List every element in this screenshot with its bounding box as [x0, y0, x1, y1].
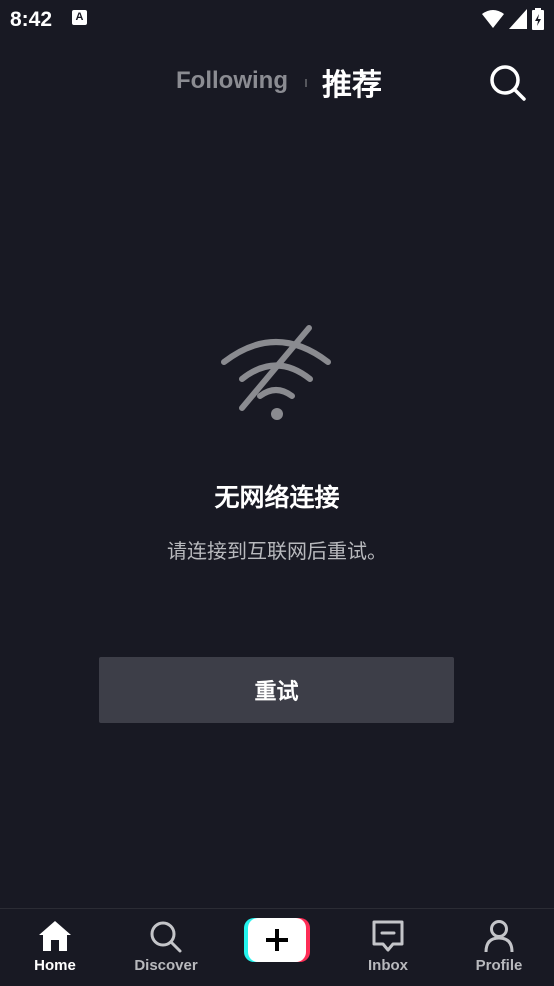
cell-signal-icon: [509, 9, 527, 29]
profile-icon: [484, 920, 514, 953]
tab-divider: [305, 79, 307, 87]
tab-following[interactable]: Following: [176, 67, 288, 95]
nav-inbox-label: Inbox: [368, 957, 408, 974]
nav-home-label: Home: [34, 957, 76, 974]
nav-home[interactable]: Home: [0, 909, 110, 986]
status-icons: [482, 8, 544, 30]
tab-recommend[interactable]: 推荐: [322, 60, 382, 104]
home-icon: [39, 921, 71, 951]
wifi-off-icon: [218, 322, 334, 422]
nav-profile-label: Profile: [475, 957, 523, 974]
app-notification-icon: A: [72, 10, 87, 25]
retry-button[interactable]: 重试: [99, 657, 454, 723]
wifi-signal-icon: [482, 10, 504, 28]
nav-discover[interactable]: Discover: [111, 909, 221, 986]
search-icon: [150, 921, 182, 953]
status-bar: 8:42 A: [0, 0, 554, 38]
nav-profile[interactable]: Profile: [444, 909, 554, 986]
search-icon: [490, 65, 526, 101]
search-button[interactable]: [488, 63, 528, 103]
nav-discover-label: Discover: [134, 957, 198, 974]
create-button[interactable]: [244, 918, 310, 962]
nav-inbox[interactable]: Inbox: [333, 909, 443, 986]
top-nav: Following 推荐: [0, 55, 554, 105]
inbox-icon: [372, 920, 404, 952]
status-time: 8:42: [10, 8, 53, 31]
no-network-title: 无网络连接: [214, 484, 340, 512]
no-network-subtitle: 请连接到互联网后重试。: [167, 541, 387, 563]
create-plus-icon: [244, 918, 310, 962]
battery-icon: [532, 8, 544, 30]
